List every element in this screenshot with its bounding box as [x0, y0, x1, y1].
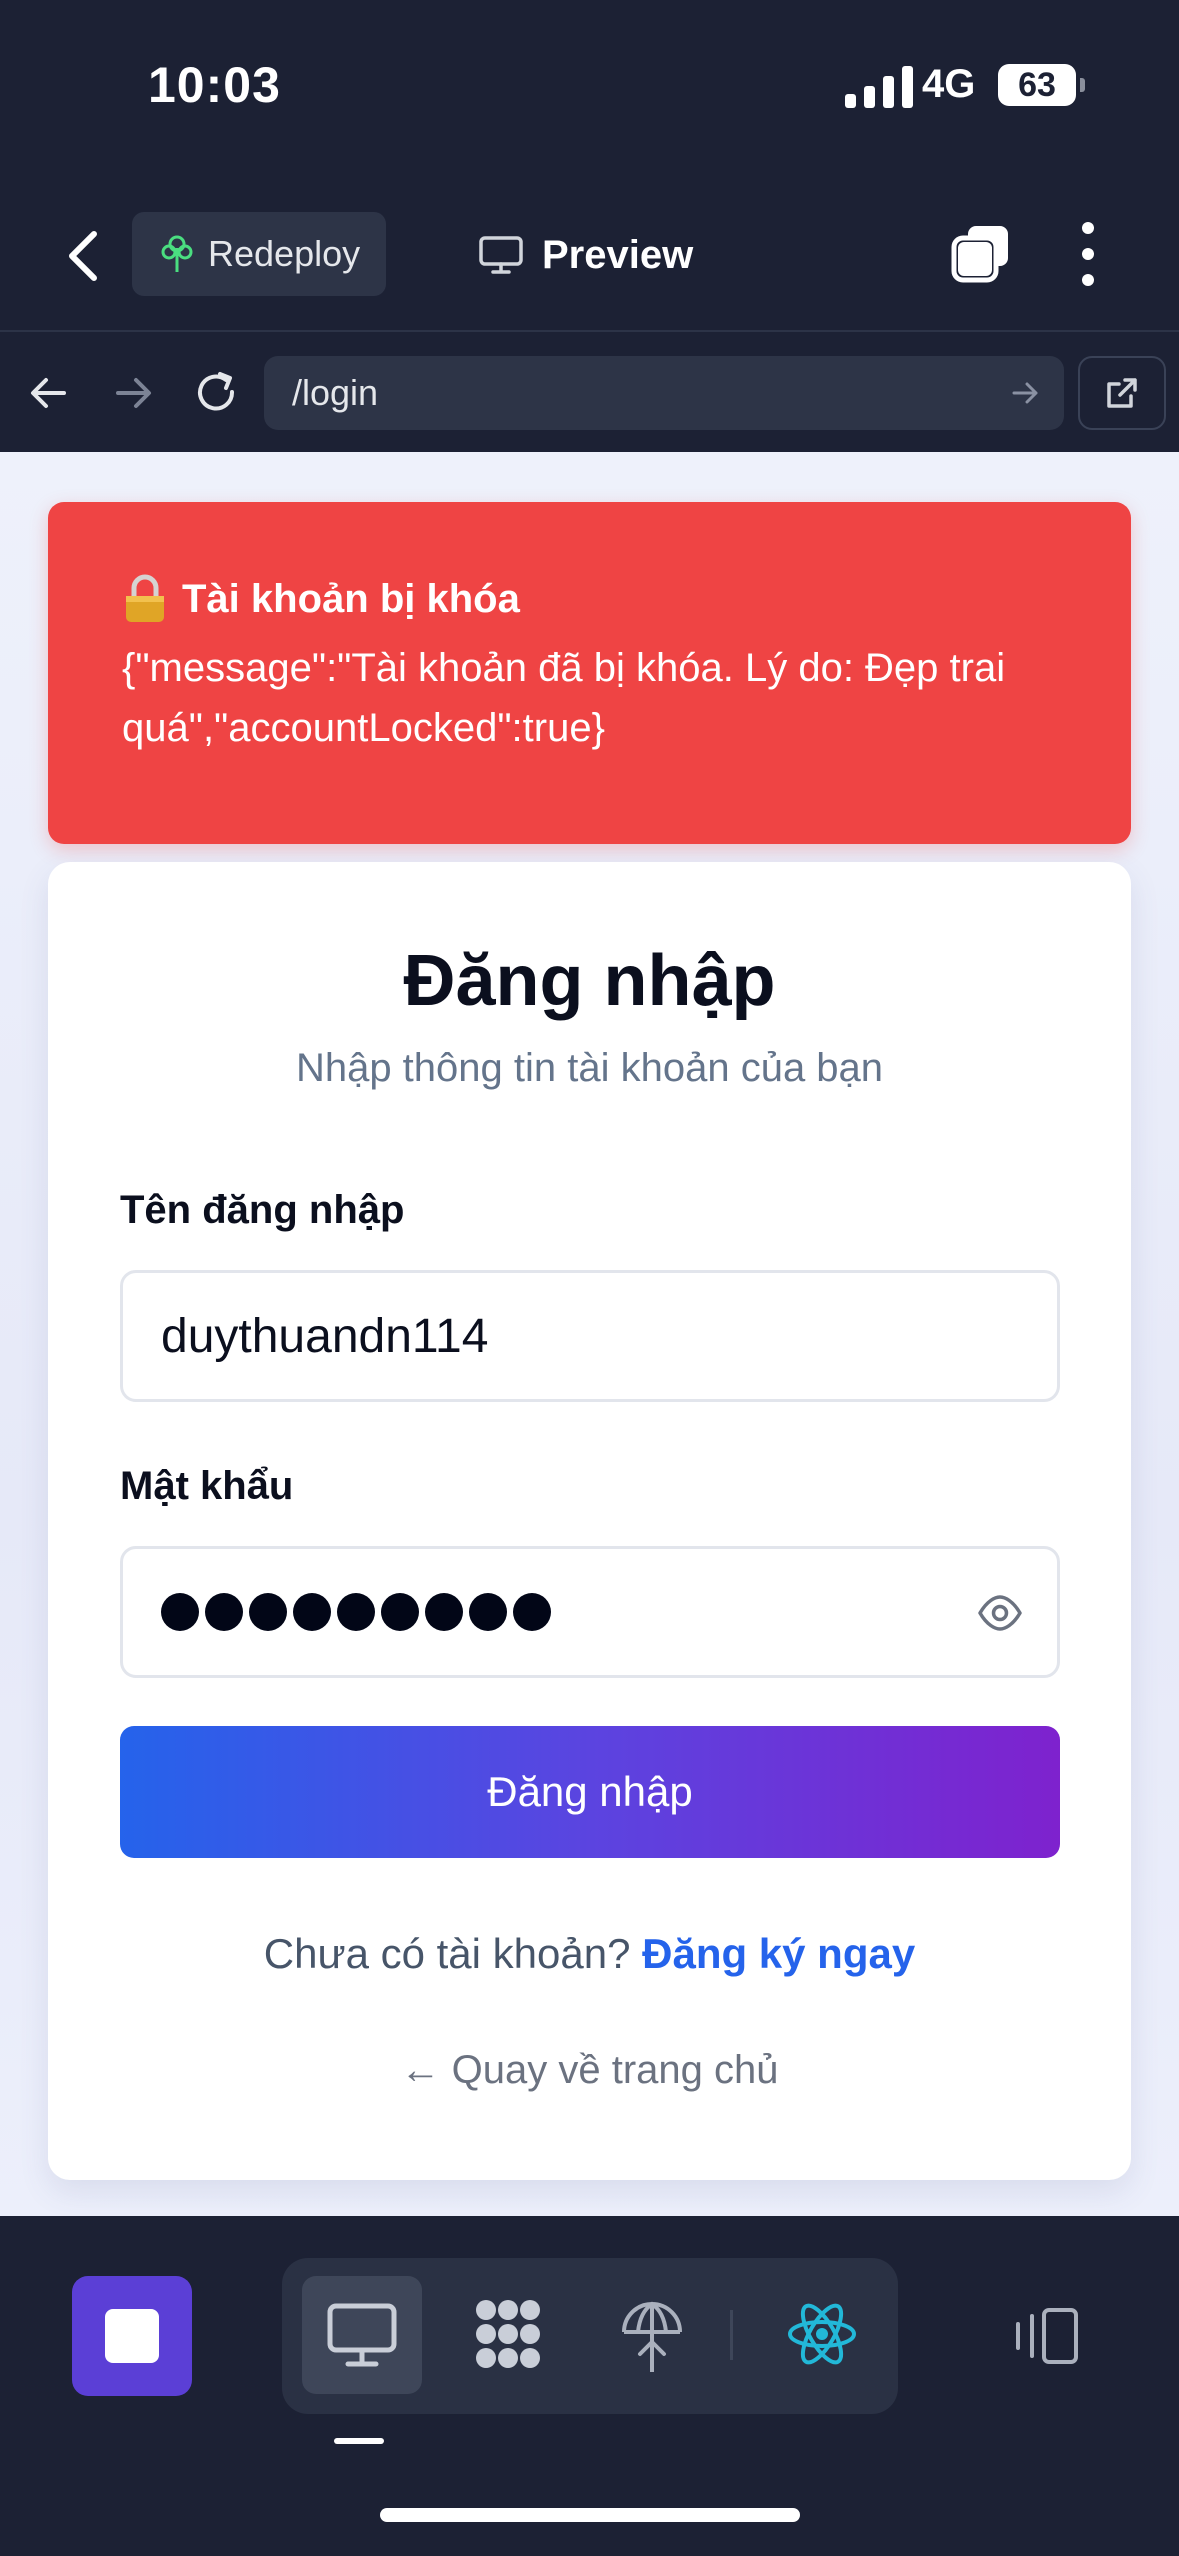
- signup-link[interactable]: Đăng ký ngay: [642, 1930, 915, 1977]
- password-label: Mật khẩu: [120, 1464, 294, 1508]
- signal-icon: [845, 64, 913, 108]
- alert-message: {"message":"Tài khoản đã bị khóa. Lý do:…: [122, 646, 1006, 750]
- alert-header: Tài khoản bị khóa: [122, 574, 1057, 624]
- login-subtitle: Nhập thông tin tài khoản của bạn: [295, 1046, 884, 1090]
- password-dot: [425, 1593, 463, 1631]
- signup-prompt: Chưa có tài khoản?: [263, 1930, 631, 1977]
- bottom-dock: [0, 2216, 1179, 2556]
- url-text: /login: [292, 372, 379, 413]
- reload-icon[interactable]: [192, 368, 242, 418]
- tree-icon: [161, 235, 193, 272]
- open-external-button[interactable]: [1078, 356, 1166, 430]
- monitor-view-icon[interactable]: [320, 2292, 404, 2376]
- redeploy-label: Redeploy: [208, 233, 361, 274]
- password-dot: [161, 1593, 199, 1631]
- stop-icon: [105, 2309, 159, 2363]
- password-dot: [513, 1593, 551, 1631]
- login-button[interactable]: Đăng nhập: [120, 1726, 1060, 1858]
- home-indicator: [380, 2508, 800, 2522]
- password-field[interactable]: [120, 1546, 1060, 1678]
- alert-title: Tài khoản bị khóa: [182, 576, 520, 621]
- password-dot: [293, 1593, 331, 1631]
- panel-icon[interactable]: [1010, 2306, 1082, 2366]
- password-dot: [205, 1593, 243, 1631]
- login-title: Đăng nhập: [403, 941, 776, 1021]
- active-tab-indicator: [334, 2438, 384, 2444]
- password-dot: [469, 1593, 507, 1631]
- more-icon[interactable]: [1068, 222, 1108, 286]
- external-link-icon: [1107, 378, 1137, 408]
- arrow-left-icon[interactable]: [24, 368, 74, 418]
- monitor-icon: [479, 236, 523, 274]
- stop-button[interactable]: [72, 2276, 192, 2396]
- view-switcher: [282, 2258, 898, 2414]
- password-dot: [337, 1593, 375, 1631]
- home-link[interactable]: ← Quay về trang chủ: [48, 2048, 1131, 2093]
- preview-label: Preview: [542, 232, 694, 277]
- password-mask: [161, 1593, 551, 1631]
- deploy-icon[interactable]: [610, 2292, 694, 2376]
- browser-bar: /login: [0, 330, 1179, 452]
- back-icon[interactable]: [60, 228, 110, 284]
- signup-row: Chưa có tài khoản? Đăng ký ngay: [48, 1930, 1131, 1978]
- eye-icon[interactable]: [977, 1593, 1023, 1633]
- network-label: 4G: [922, 62, 976, 106]
- go-arrow-icon[interactable]: [1008, 376, 1042, 410]
- username-value: duythuandn114: [161, 1309, 489, 1363]
- web-page: Tài khoản bị khóa {"message":"Tài khoản …: [0, 452, 1179, 2216]
- login-card: Đăng nhập Nhập thông tin tài khoản của b…: [48, 862, 1131, 2180]
- battery-icon: 63: [998, 64, 1085, 106]
- password-dot: [249, 1593, 287, 1631]
- username-field[interactable]: duythuandn114: [120, 1270, 1060, 1402]
- arrow-right-icon[interactable]: [108, 368, 158, 418]
- app-toolbar: Redeploy Preview: [0, 200, 1179, 330]
- lock-icon: [126, 574, 164, 622]
- error-alert: Tài khoản bị khóa {"message":"Tài khoản …: [48, 502, 1131, 844]
- status-bar: 10:03 4G 63: [0, 0, 1179, 180]
- url-input[interactable]: /login: [264, 356, 1064, 430]
- tabs-icon[interactable]: [950, 222, 1012, 284]
- username-label: Tên đăng nhập: [120, 1188, 405, 1232]
- password-dot: [381, 1593, 419, 1631]
- switcher-divider: [730, 2310, 733, 2360]
- redeploy-button[interactable]: Redeploy: [132, 212, 386, 296]
- status-time: 10:03: [148, 57, 281, 113]
- grid-icon[interactable]: [466, 2292, 550, 2376]
- react-icon[interactable]: [780, 2292, 864, 2376]
- preview-tab[interactable]: Preview: [478, 220, 693, 290]
